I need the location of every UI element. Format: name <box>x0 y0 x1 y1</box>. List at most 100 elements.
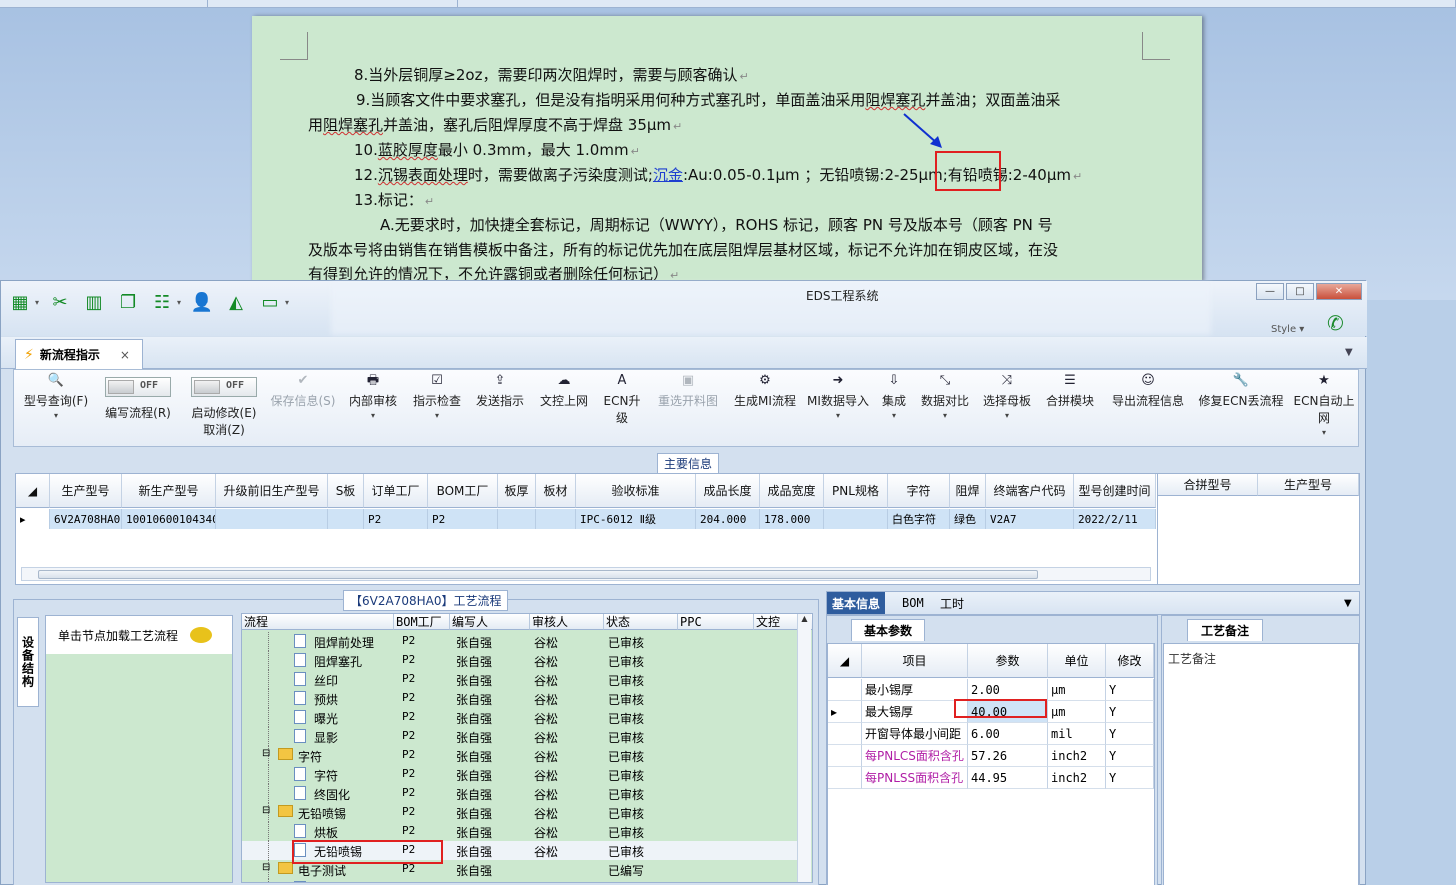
user-icon[interactable]: 👤 <box>189 291 215 313</box>
process-tree-row[interactable]: 显影 P2 张自强 谷松 已审核 <box>242 727 798 746</box>
col-header-merge-model[interactable]: 合拼型号 <box>1158 474 1258 496</box>
tab-work-hours[interactable]: 工时 <box>935 592 969 614</box>
cell-standard[interactable]: IPC-6012 Ⅱ级 <box>576 509 696 529</box>
cancel-label[interactable]: 取消(Z) <box>182 421 266 438</box>
col-header[interactable]: BOM工厂 <box>428 474 498 508</box>
cell-material[interactable] <box>536 509 576 529</box>
col-header[interactable]: 字符 <box>888 474 950 508</box>
col-header[interactable]: 成品宽度 <box>760 474 824 508</box>
save-info-button[interactable]: ✔ 保存信息(S) <box>268 370 338 446</box>
cell-bom-factory[interactable]: P2 <box>428 509 498 529</box>
cell-production-model[interactable]: 6V2A708HA0 <box>50 509 122 529</box>
tab-device-structure[interactable]: 设备结构 <box>17 617 39 707</box>
tab-new-process[interactable]: ⚡ 新流程指示 × <box>15 339 143 369</box>
col-header[interactable]: PNL规格 <box>824 474 888 508</box>
col-header[interactable]: 成品长度 <box>696 474 760 508</box>
pages-icon[interactable]: ❐ <box>115 291 141 313</box>
cell-new-model[interactable]: 10010600104340 <box>122 509 216 529</box>
list-icon[interactable]: ☷ <box>149 291 175 313</box>
process-tree-row[interactable]: 丝印 P2 张自强 谷松 已审核 <box>242 670 798 689</box>
maximize-button[interactable]: □ <box>1286 283 1314 300</box>
instruction-check-button[interactable]: ☑ 指示检查 ▾ <box>408 370 466 446</box>
toggle-switch[interactable]: OFF <box>191 377 257 397</box>
tab-process-notes[interactable]: 工艺备注 <box>1187 619 1263 641</box>
col-header[interactable]: 流程 <box>242 614 394 630</box>
toggle-switch[interactable]: OFF <box>105 377 171 397</box>
generate-mi-button[interactable]: ⚙ 生成MI流程 <box>730 370 800 446</box>
detail-dropdown-icon[interactable]: ▼ <box>1339 592 1357 614</box>
cell-old-model[interactable] <box>216 509 328 529</box>
horizontal-scrollbar[interactable] <box>21 567 1151 581</box>
tab-basic-info[interactable]: 基本信息 <box>827 592 886 614</box>
col-header[interactable]: 阻焊 <box>950 474 986 508</box>
send-instruction-button[interactable]: ⇪ 发送指示 <box>470 370 530 446</box>
col-header[interactable]: PPC <box>678 614 754 630</box>
dropdown-arrow-icon[interactable]: ▾ <box>285 298 289 307</box>
close-button[interactable]: ✕ <box>1316 283 1362 300</box>
tab-basic-params[interactable]: 基本参数 <box>851 619 925 641</box>
chart-icon[interactable]: ◭ <box>223 291 249 313</box>
cell-s-board[interactable] <box>328 509 364 529</box>
repair-ecn-button[interactable]: 🔧 修复ECN丢流程 <box>1196 370 1286 446</box>
col-header[interactable]: 生产型号 <box>50 474 122 508</box>
select-mother-board-button[interactable]: ⤨ 选择母板 ▾ <box>978 370 1036 446</box>
process-tree-row[interactable]: 字符 P2 张自强 谷松 已审核 <box>242 765 798 784</box>
col-header[interactable]: 终端客户代码 <box>986 474 1074 508</box>
mi-import-button[interactable]: ➜ MI数据导入 ▾ <box>804 370 872 446</box>
param-unit[interactable]: μm <box>1048 679 1106 701</box>
tab-close-icon[interactable]: × <box>120 348 130 362</box>
internal-review-button[interactable]: 🖶 内部审核 ▾ <box>344 370 402 446</box>
grid-icon[interactable]: ▦ <box>7 291 33 313</box>
param-modified[interactable]: Y <box>1106 701 1154 723</box>
cell-pnl[interactable] <box>824 509 888 529</box>
process-tree-row[interactable]: 曝光 P2 张自强 谷松 已审核 <box>242 708 798 727</box>
col-header[interactable]: BOM工厂 <box>394 614 450 630</box>
ecn-upgrade-button[interactable]: A ECN升级 <box>598 370 646 446</box>
process-tree-row[interactable]: 阻焊前处理 P2 张自强 谷松 已审核 <box>242 632 798 651</box>
minimize-button[interactable]: — <box>1256 283 1284 300</box>
process-tree-row[interactable]: 终固化 P2 张自强 谷松 已审核 <box>242 784 798 803</box>
corner-header[interactable]: ◢ <box>828 644 862 678</box>
param-unit[interactable]: μm <box>1048 701 1106 723</box>
param-modified[interactable]: Y <box>1106 767 1154 789</box>
param-value[interactable]: 6.00 <box>968 723 1048 745</box>
param-item[interactable]: 开窗导体最小间距 <box>862 723 968 745</box>
col-header[interactable]: 板厚 <box>498 474 536 508</box>
export-process-button[interactable]: ☺ 导出流程信息 <box>1106 370 1190 446</box>
process-tree-row[interactable]: 预烘 P2 张自强 谷松 已审核 <box>242 689 798 708</box>
col-header[interactable]: 新生产型号 <box>122 474 216 508</box>
cell-customer-code[interactable]: V2A7 <box>986 509 1074 529</box>
reselect-cutting-button[interactable]: ▣ 重选开料图 <box>650 370 726 446</box>
param-item[interactable]: 每PNLCS面积含孔 <box>862 745 968 767</box>
col-header[interactable]: 状态 <box>604 614 678 630</box>
model-query-button[interactable]: 🔍 型号查询(F) ▾ <box>18 370 94 446</box>
cell-thickness[interactable] <box>498 509 536 529</box>
tab-list-dropdown-icon[interactable]: ▼ <box>1345 347 1353 358</box>
collapse-icon[interactable]: ⊟ <box>262 805 270 816</box>
data-compare-button[interactable]: ⤡ 数据对比 ▾ <box>916 370 974 446</box>
edit-process-toggle[interactable]: OFF 编写流程(R) <box>96 370 180 446</box>
col-header[interactable]: 编写人 <box>450 614 530 630</box>
param-modified[interactable]: Y <box>1106 723 1154 745</box>
cell-create-time[interactable]: 2022/2/11 <box>1074 509 1156 529</box>
cell-character[interactable]: 白色字符 <box>888 509 950 529</box>
scissors-icon[interactable]: ✂ <box>47 291 73 313</box>
param-value[interactable]: 57.26 <box>968 745 1048 767</box>
corner-header[interactable]: ◢ <box>16 474 50 508</box>
collapse-icon[interactable]: ⊟ <box>262 862 270 873</box>
dropdown-arrow-icon[interactable]: ▾ <box>35 298 39 307</box>
col-header[interactable]: 审核人 <box>530 614 604 630</box>
col-header[interactable]: 型号创建时间 <box>1074 474 1156 508</box>
merge-module-button[interactable]: ☰ 合拼模块 <box>1040 370 1100 446</box>
param-value[interactable]: 44.95 <box>968 767 1048 789</box>
param-unit[interactable]: inch2 <box>1048 767 1106 789</box>
col-header-production-model[interactable]: 生产型号 <box>1258 474 1359 496</box>
param-modified[interactable]: Y <box>1106 745 1154 767</box>
vertical-scrollbar[interactable]: ▲ <box>797 614 811 882</box>
style-menu[interactable]: Style ▾ <box>1271 324 1304 335</box>
monitor-icon[interactable]: ▭ <box>257 291 283 313</box>
ecn-auto-online-button[interactable]: ★ ECN自动上网 ▾ <box>1290 370 1358 446</box>
word-page[interactable]: 8.当外层铜厚≥2oz，需要印两次阻焊时，需要与顾客确认 ↵ 9.当顾客文件中要求… <box>252 16 1202 300</box>
phone-icon[interactable]: ✆ <box>1327 311 1344 335</box>
cell-solder-mask[interactable]: 绿色 <box>950 509 986 529</box>
